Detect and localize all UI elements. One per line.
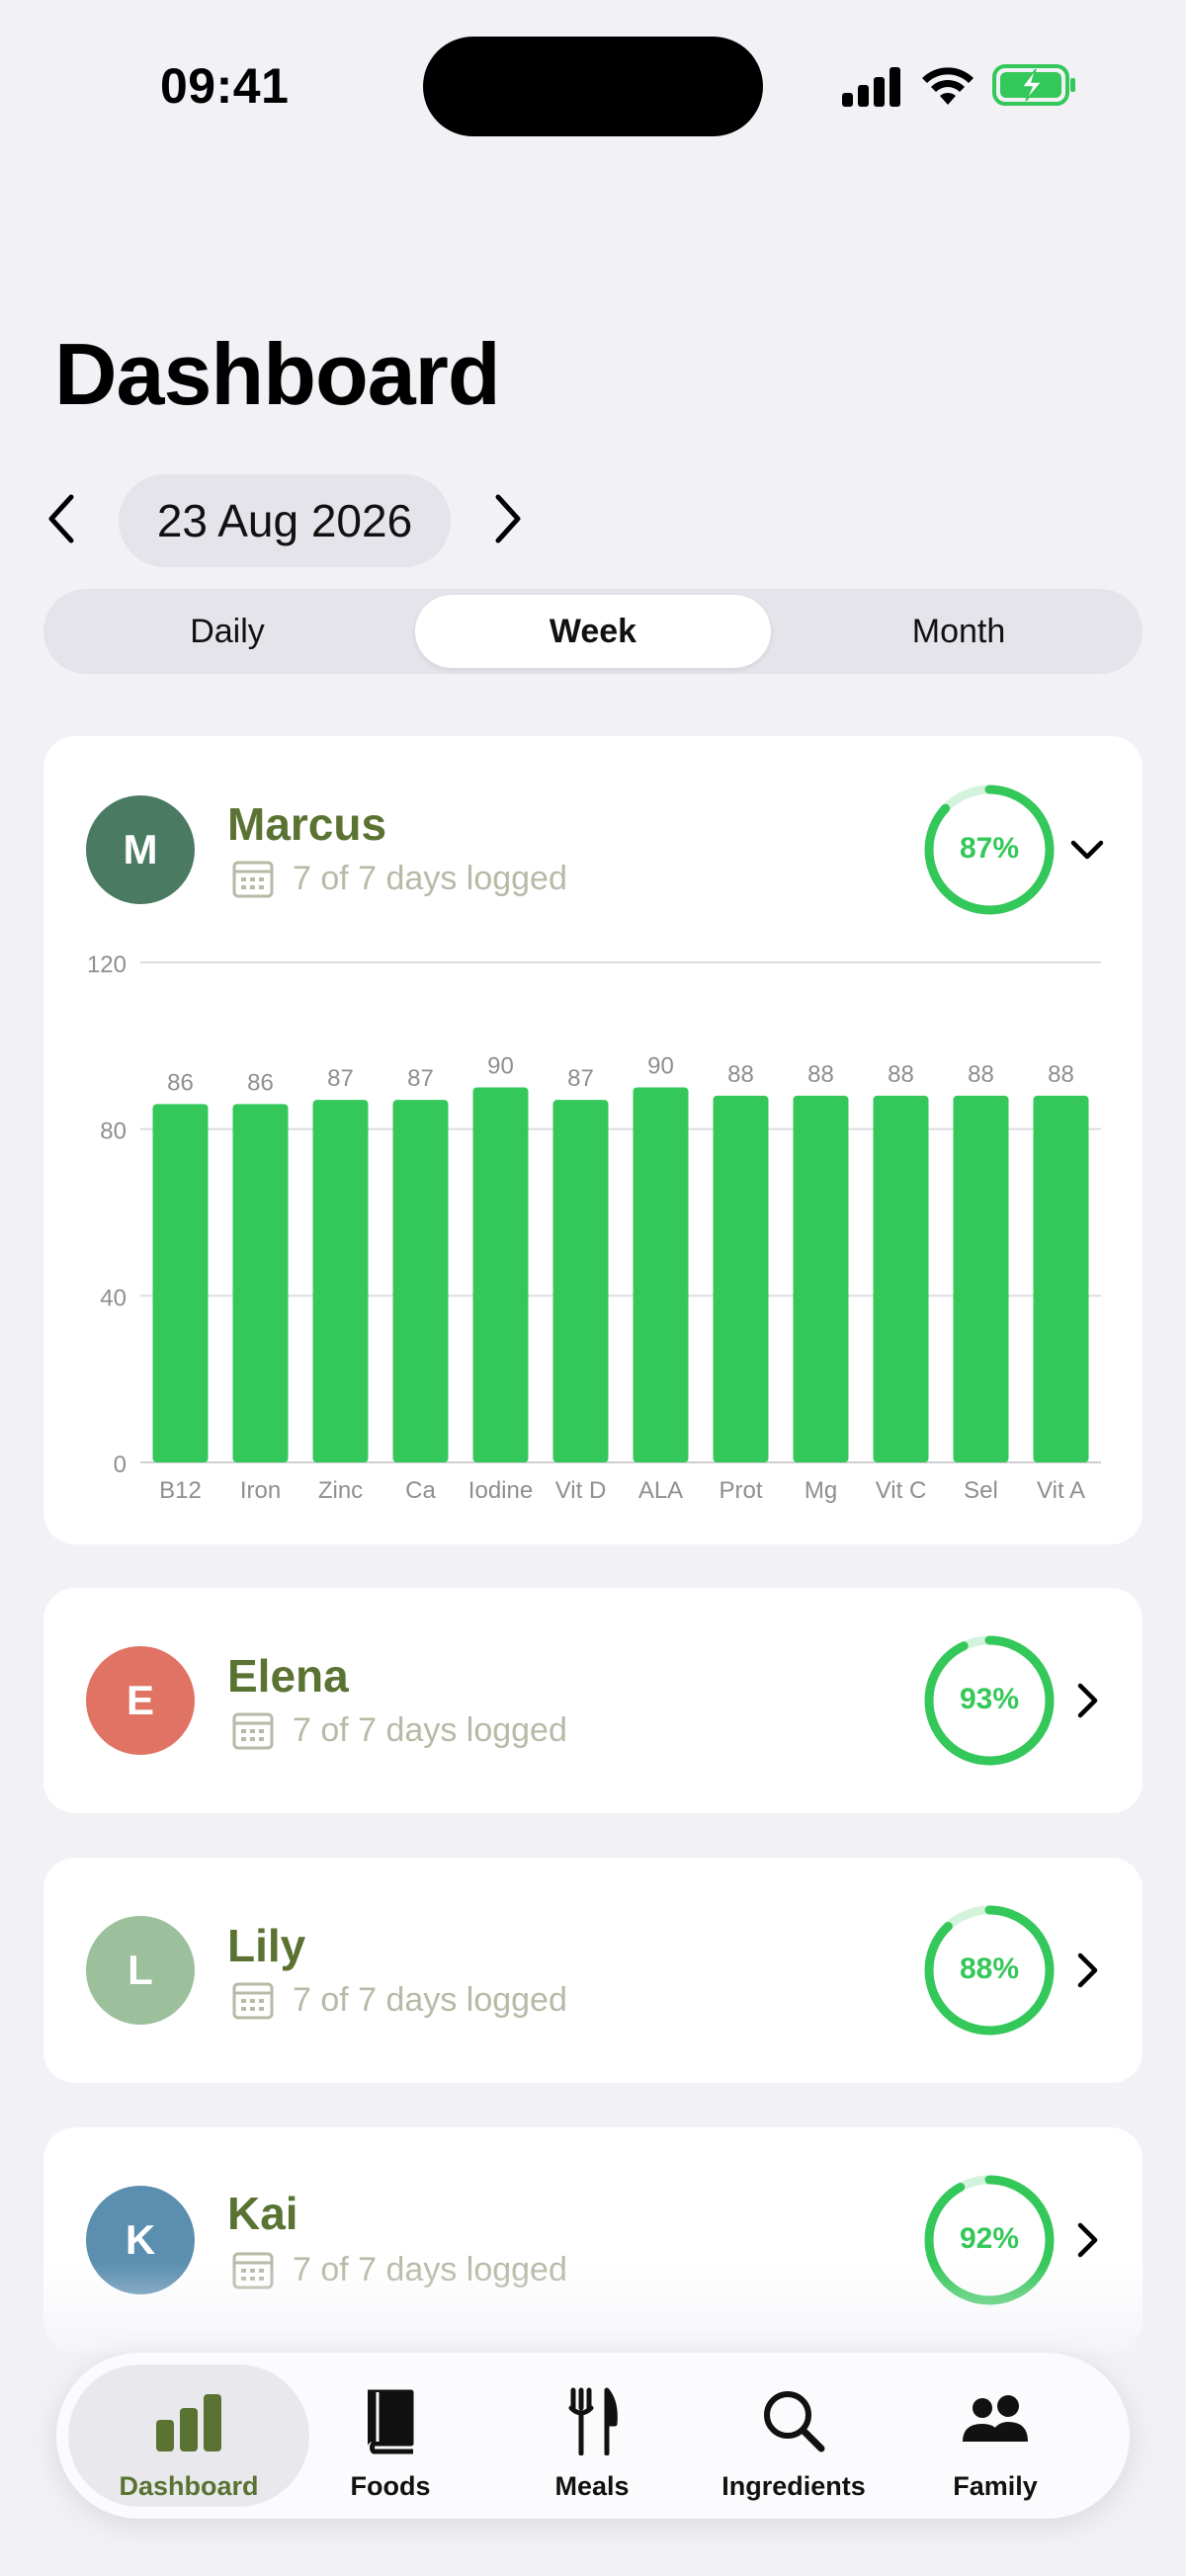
book-icon bbox=[368, 2389, 414, 2454]
chart-bar bbox=[312, 1100, 369, 1462]
next-date-button[interactable] bbox=[488, 489, 528, 548]
data-label: 86 bbox=[167, 1069, 194, 1096]
chart-bar bbox=[953, 1095, 1009, 1462]
data-label: 88 bbox=[888, 1061, 914, 1088]
battery-charging-icon bbox=[992, 64, 1075, 106]
status-time: 09:41 bbox=[160, 58, 290, 114]
tab-dashboard[interactable]: Dashboard bbox=[68, 2365, 309, 2507]
chart-bar bbox=[793, 1095, 849, 1462]
search-icon bbox=[764, 2391, 825, 2452]
tab-foods[interactable]: Foods bbox=[292, 2365, 489, 2507]
x-tick-label: Mg bbox=[805, 1477, 837, 1504]
fork-knife-icon bbox=[568, 2387, 618, 2455]
tab-label: Family bbox=[953, 2471, 1038, 2501]
member-card-elena[interactable]: E Elena 7 of 7 days logged 93% bbox=[43, 1588, 1143, 1813]
x-tick-label: Vit C bbox=[876, 1477, 927, 1504]
data-label: 87 bbox=[567, 1065, 594, 1092]
x-tick-label: Zinc bbox=[318, 1477, 363, 1504]
chevron-right-icon[interactable] bbox=[1065, 1949, 1109, 1992]
chart-bar bbox=[472, 1087, 529, 1462]
chevron-right-icon[interactable] bbox=[1065, 1679, 1109, 1722]
x-tick-label: Ca bbox=[405, 1477, 436, 1504]
dynamic-island bbox=[423, 37, 763, 136]
avatar: E bbox=[86, 1646, 195, 1755]
tab-meals[interactable]: Meals bbox=[493, 2365, 691, 2507]
y-tick-label: 120 bbox=[87, 952, 127, 978]
data-label: 86 bbox=[247, 1069, 274, 1096]
chart-bar bbox=[552, 1100, 609, 1462]
page-title: Dashboard bbox=[54, 325, 501, 423]
tab-ingredients[interactable]: Ingredients bbox=[695, 2365, 892, 2507]
data-label: 88 bbox=[807, 1061, 834, 1088]
data-label: 88 bbox=[727, 1061, 754, 1088]
chart-bar bbox=[873, 1095, 929, 1462]
tab-label: Foods bbox=[350, 2471, 431, 2501]
logged-days: 7 of 7 days logged bbox=[231, 1708, 567, 1752]
calendar-icon bbox=[232, 1982, 274, 2020]
chart-bar bbox=[713, 1095, 769, 1462]
x-tick-label: Iron bbox=[240, 1477, 281, 1504]
x-tick-label: Vit A bbox=[1037, 1477, 1085, 1504]
tab-family[interactable]: Family bbox=[896, 2365, 1094, 2507]
wifi-icon bbox=[922, 67, 974, 105]
tab-label: Ingredients bbox=[721, 2471, 866, 2501]
x-tick-label: Prot bbox=[719, 1477, 762, 1504]
data-label: 87 bbox=[407, 1065, 434, 1092]
x-tick-label: Sel bbox=[964, 1477, 998, 1504]
chart-bar bbox=[392, 1100, 449, 1462]
logged-days: 7 of 7 days logged bbox=[231, 1978, 567, 2022]
chart-bar bbox=[232, 1104, 289, 1462]
member-name: Kai bbox=[227, 2188, 298, 2239]
chevron-down-icon[interactable] bbox=[1065, 828, 1109, 872]
data-label: 88 bbox=[968, 1061, 994, 1088]
calendar-icon bbox=[232, 1712, 274, 1750]
date-picker-button[interactable]: 23 Aug 2026 bbox=[119, 474, 451, 567]
chart-bar bbox=[1033, 1095, 1089, 1462]
previous-date-button[interactable] bbox=[42, 489, 81, 548]
people-icon bbox=[963, 2395, 1028, 2442]
member-name: Marcus bbox=[227, 798, 387, 850]
logged-days-text: 7 of 7 days logged bbox=[293, 1980, 567, 2019]
y-tick-label: 80 bbox=[100, 1119, 127, 1145]
data-label: 87 bbox=[327, 1065, 354, 1092]
tab-label: Dashboard bbox=[119, 2471, 259, 2501]
cellular-signal-icon bbox=[842, 67, 901, 107]
chart-bars-icon bbox=[156, 2394, 221, 2451]
data-label: 88 bbox=[1048, 1061, 1074, 1088]
nutrient-bar-chart: 0 40 80 120 86 B12 86 Iron 87 Zinc 87 Ca 90 Iodine 87 V… bbox=[87, 952, 1101, 1504]
chart-bar bbox=[152, 1104, 209, 1462]
data-label: 90 bbox=[647, 1053, 674, 1080]
y-tick-label: 40 bbox=[100, 1285, 127, 1311]
member-card-lily[interactable]: L Lily 7 of 7 days logged 88% bbox=[43, 1858, 1143, 2083]
period-segmented-control: Daily Week Month bbox=[43, 589, 1143, 674]
tab-bar: Dashboard Foods Meals Ingredients Family bbox=[56, 2353, 1130, 2519]
member-name: Lily bbox=[227, 1920, 306, 1971]
segment-daily[interactable]: Daily bbox=[49, 595, 405, 668]
progress-percent: 93% bbox=[959, 1683, 1020, 1715]
x-tick-label: ALA bbox=[638, 1477, 683, 1504]
segment-month[interactable]: Month bbox=[781, 595, 1137, 668]
segment-week[interactable]: Week bbox=[415, 595, 771, 668]
progress-percent: 88% bbox=[959, 1953, 1020, 1985]
logged-days: 7 of 7 days logged bbox=[231, 857, 567, 900]
chart-bar bbox=[633, 1087, 689, 1462]
tab-label: Meals bbox=[554, 2471, 630, 2501]
logged-days-text: 7 of 7 days logged bbox=[293, 859, 567, 897]
x-tick-label: Vit D bbox=[555, 1477, 607, 1504]
x-tick-label: Iodine bbox=[468, 1477, 533, 1504]
calendar-icon bbox=[232, 861, 274, 898]
avatar: M bbox=[86, 795, 195, 904]
avatar: L bbox=[86, 1916, 195, 2025]
x-tick-label: B12 bbox=[159, 1477, 202, 1504]
member-name: Elena bbox=[227, 1650, 349, 1702]
progress-percent: 92% bbox=[959, 2222, 1020, 2255]
y-tick-label: 0 bbox=[114, 1452, 127, 1478]
data-label: 90 bbox=[487, 1053, 514, 1080]
logged-days-text: 7 of 7 days logged bbox=[293, 1710, 567, 1749]
chevron-right-icon[interactable] bbox=[1065, 2218, 1109, 2262]
progress-percent: 87% bbox=[959, 832, 1020, 865]
